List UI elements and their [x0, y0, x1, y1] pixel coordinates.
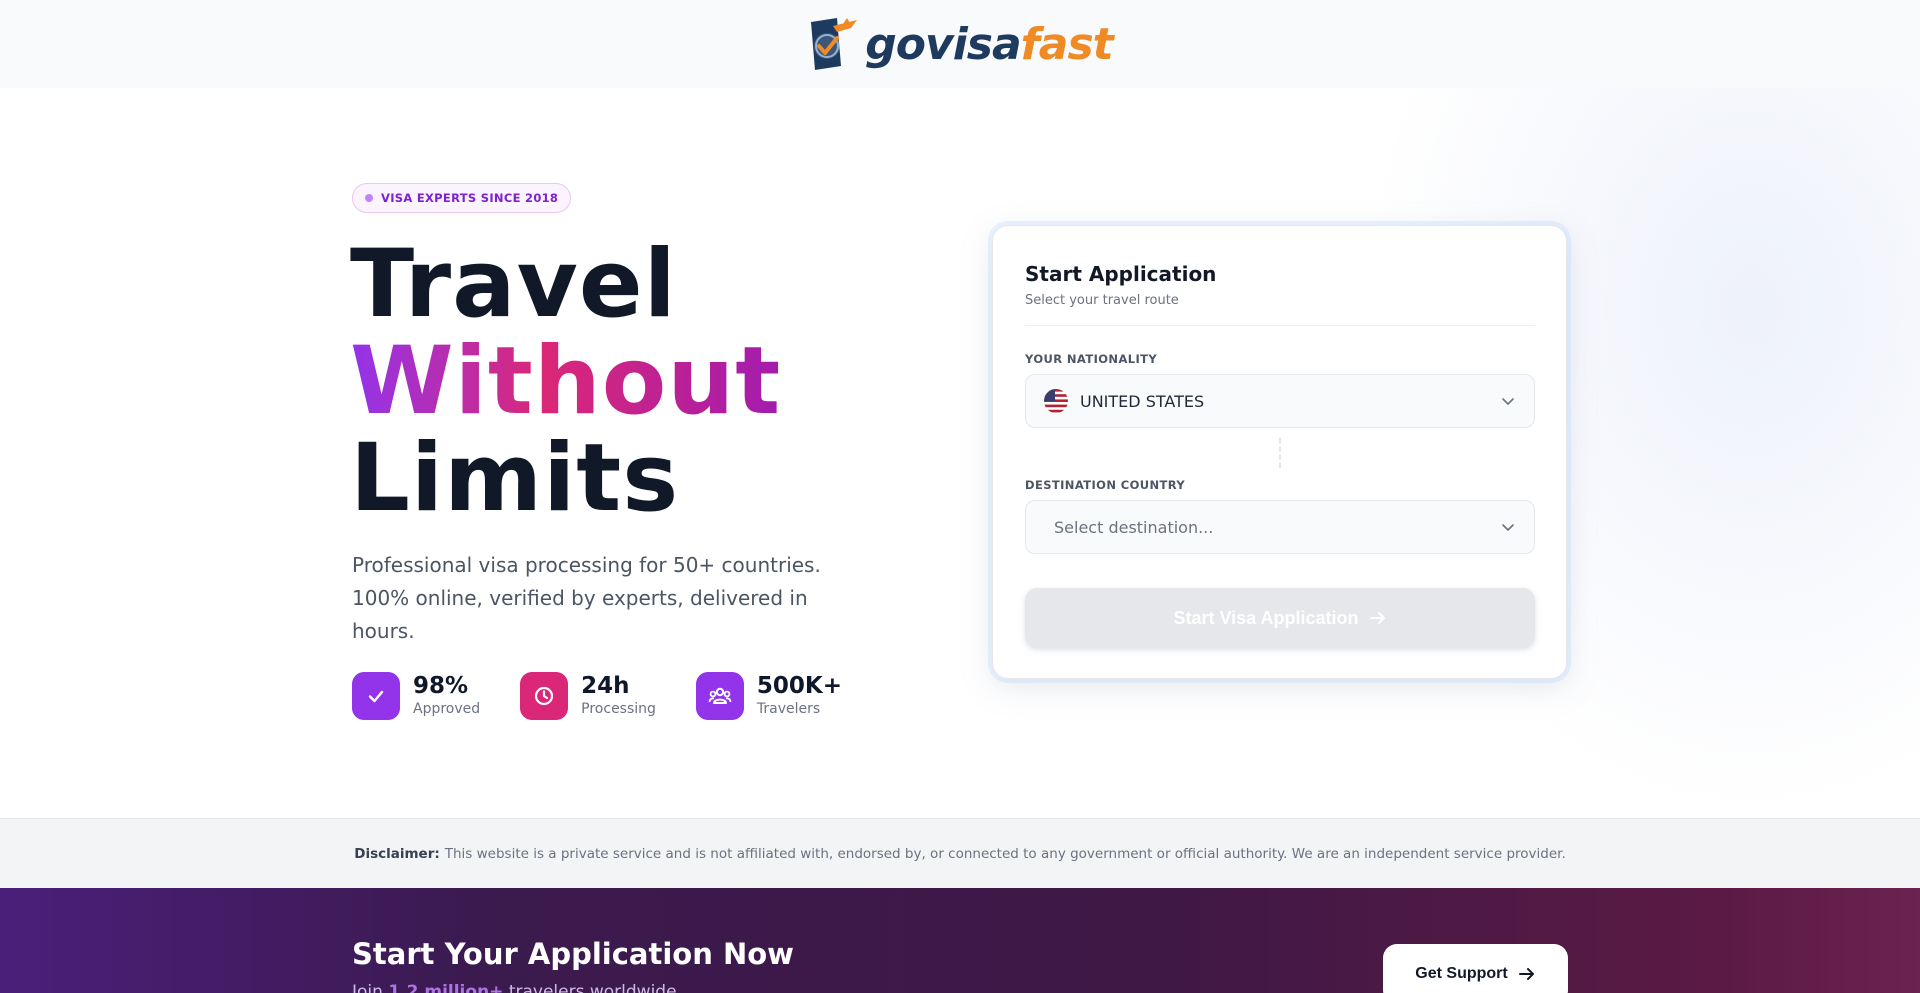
- disclaimer-text: This website is a private service and is…: [444, 845, 1566, 862]
- stat-label: Travelers: [756, 701, 821, 717]
- cta-sub-highlight: 1.2 million+: [388, 982, 504, 993]
- stat-label: Approved: [413, 701, 481, 717]
- disclaimer-bar: Disclaimer: This website is a private se…: [0, 818, 1920, 888]
- clock-icon: [535, 686, 554, 706]
- arrow-right-icon: [1518, 968, 1534, 980]
- logo-wordmark: govisafast: [865, 18, 1114, 70]
- cta-sub-prefix: Join: [352, 982, 383, 993]
- form-divider: [1025, 325, 1535, 326]
- destination-label: DESTINATION COUNTRY: [1025, 478, 1186, 492]
- stat-icon-box: [352, 672, 400, 720]
- start-visa-application-button[interactable]: Start Visa Application: [1025, 588, 1535, 648]
- nationality-label: YOUR NATIONALITY: [1025, 352, 1158, 366]
- hero-section: VISA EXPERTS SINCE 2018 Travel Without L…: [0, 88, 1920, 818]
- application-form-card: Start Application Select your travel rou…: [992, 225, 1567, 679]
- hero-headline: Travel Without Limits: [350, 236, 781, 527]
- headline-line-1: Travel: [350, 230, 677, 339]
- stat-label: Processing: [581, 701, 656, 717]
- us-flag-icon: [1044, 389, 1068, 413]
- badge-dot: [365, 194, 373, 202]
- stat-value: 500K+: [756, 673, 843, 699]
- cta-section: Start Your Application Now Join 1.2 mill…: [0, 888, 1920, 993]
- experience-badge: VISA EXPERTS SINCE 2018: [352, 183, 572, 213]
- form-title: Start Application: [1025, 262, 1217, 286]
- logo-word-govisa: govisa: [865, 18, 1021, 70]
- cta-title: Start Your Application Now: [352, 937, 794, 971]
- cta-sub-suffix: travelers worldwide: [508, 982, 677, 993]
- nationality-select[interactable]: UNITED STATES: [1025, 374, 1535, 428]
- get-support-button[interactable]: Get Support: [1383, 944, 1568, 993]
- stat-icon-box: [520, 672, 569, 720]
- chevron-down-icon: [1502, 524, 1514, 531]
- cta-subtitle: Join 1.2 million+ travelers worldwide: [352, 982, 677, 993]
- check-icon: [368, 690, 384, 703]
- stat-approved: 98% Approved: [352, 672, 480, 720]
- arrow-right-icon: [1369, 612, 1385, 624]
- disclaimer-label: Disclaimer:: [354, 845, 440, 862]
- form-subtitle: Select your travel route: [1025, 293, 1179, 308]
- submit-label: Start Visa Application: [1173, 607, 1359, 628]
- logo-icon: [811, 18, 858, 70]
- destination-select[interactable]: Select destination...: [1025, 500, 1535, 554]
- nationality-value: UNITED STATES: [1080, 391, 1205, 411]
- logo-word-fast: fast: [1020, 18, 1114, 70]
- stat-value: 98%: [413, 673, 469, 699]
- brand-logo[interactable]: govisafast: [807, 14, 1114, 74]
- stat-travelers: 500K+ Travelers: [695, 672, 843, 720]
- stat-value: 24h: [581, 673, 630, 699]
- stat-icon-box: [695, 672, 744, 720]
- headline-line-2: Without: [350, 327, 782, 436]
- stat-processing: 24h Processing: [520, 672, 656, 720]
- badge-text: VISA EXPERTS SINCE 2018: [381, 191, 559, 205]
- get-support-label: Get Support: [1415, 965, 1508, 982]
- stats-row: 98% Approved 24h Processing 500K+ Travel…: [352, 672, 842, 720]
- hero-subtext: Professional visa processing for 50+ cou…: [352, 553, 821, 643]
- users-icon: [708, 687, 732, 704]
- route-connector: [1279, 438, 1281, 468]
- destination-placeholder: Select destination...: [1054, 517, 1214, 537]
- chevron-down-icon: [1502, 398, 1514, 405]
- top-header: govisafast: [0, 0, 1920, 88]
- headline-line-3: Limits: [350, 424, 680, 533]
